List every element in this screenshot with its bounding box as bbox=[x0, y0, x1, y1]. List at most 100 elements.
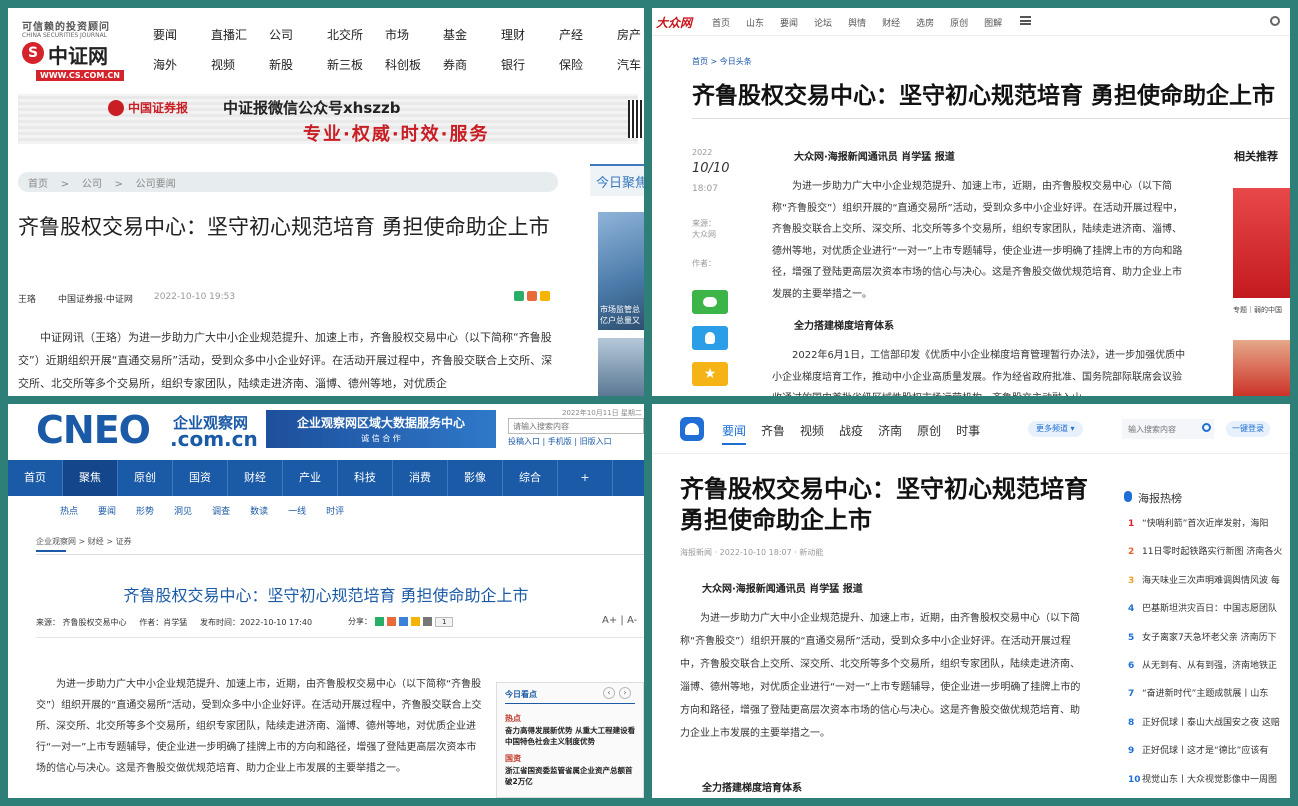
cs-logo[interactable]: CHINA SECURITIES JOURNAL S 中证网 WWW.CS.CO… bbox=[22, 32, 134, 84]
cs-nav-item[interactable]: 产经 bbox=[559, 26, 617, 43]
cneo-nav-item[interactable]: 影像 bbox=[448, 460, 503, 496]
wechat-share-icon[interactable] bbox=[514, 291, 524, 301]
cneo-nav-item[interactable]: 产业 bbox=[283, 460, 338, 496]
cneo-subnav-item[interactable]: 一线 bbox=[288, 504, 306, 517]
cs-nav-item[interactable]: 保险 bbox=[559, 56, 617, 73]
cs-nav-item[interactable]: 新三板 bbox=[327, 56, 385, 73]
cneo-subnav-item[interactable]: 时评 bbox=[326, 504, 344, 517]
hot-list-item[interactable]: 4 巴基斯坦洪灾百日：中国志愿团队 bbox=[1128, 601, 1290, 629]
weibo-share-icon[interactable] bbox=[387, 617, 396, 626]
rec-caption[interactable]: 专题｜弱的中国 bbox=[1233, 305, 1282, 315]
weibo-share-icon[interactable] bbox=[527, 291, 537, 301]
cs-nav-item[interactable]: 科创板 bbox=[385, 56, 443, 73]
submit-link[interactable]: 投稿入口 bbox=[508, 437, 540, 446]
more-channels-button[interactable]: 更多频道 ▾ bbox=[1028, 421, 1083, 437]
cneo-nav-item[interactable]: 原创 bbox=[118, 460, 173, 496]
breadcrumb-home[interactable]: 企业观察网 bbox=[36, 537, 76, 546]
hot-list-item[interactable]: 9 正好侃球丨这才是“德比”应该有 bbox=[1128, 743, 1290, 771]
hot-list-item[interactable]: 1 “快哨利箭”首次近岸发射，海阳 bbox=[1128, 516, 1290, 544]
hot-list-item[interactable]: 3 海天味业三次声明难调舆情风波 每 bbox=[1128, 573, 1290, 601]
old-version-link[interactable]: 旧版入口 bbox=[580, 437, 612, 446]
hb-logo-icon[interactable] bbox=[680, 417, 704, 441]
rec-image-2[interactable] bbox=[1233, 340, 1290, 396]
qq-share-icon[interactable] bbox=[692, 326, 728, 350]
cs-nav-item[interactable]: 要闻 bbox=[153, 26, 211, 43]
breadcrumb-finance[interactable]: 财经 bbox=[88, 537, 104, 546]
cneo-nav-item[interactable]: 消费 bbox=[393, 460, 448, 496]
cs-side-image-2[interactable] bbox=[598, 338, 644, 396]
breadcrumb-home[interactable]: 首页 bbox=[692, 57, 708, 66]
hot-list-item[interactable]: 6 从无到有、从有到强，济南地铁正 bbox=[1128, 658, 1290, 686]
font-increase-button[interactable]: A+ bbox=[602, 615, 617, 626]
cneo-subnav-item[interactable]: 热点 bbox=[60, 504, 78, 517]
cs-nav-item[interactable]: 银行 bbox=[501, 56, 559, 73]
breadcrumb-company-news[interactable]: 公司要闻 bbox=[136, 179, 176, 190]
search-icon[interactable] bbox=[1202, 423, 1211, 432]
cneo-subnav-item[interactable]: 调查 bbox=[212, 504, 230, 517]
wechat-share-icon[interactable] bbox=[375, 617, 384, 626]
hot-list-item[interactable]: 5 女子离家7天急坏老父亲 济南历下 bbox=[1128, 630, 1290, 658]
hb-nav-item[interactable]: 时事 bbox=[956, 422, 980, 445]
rec-image-1[interactable] bbox=[1233, 188, 1290, 298]
cs-nav-item[interactable]: 北交所 bbox=[327, 26, 385, 43]
hb-search-input[interactable] bbox=[1122, 419, 1214, 439]
login-button[interactable]: 一键登录 bbox=[1226, 421, 1270, 437]
dz-nav-item[interactable]: 原创 bbox=[950, 16, 968, 29]
search-icon[interactable] bbox=[1270, 16, 1280, 26]
cneo-banner[interactable]: 企业观察网区域大数据服务中心 诚 信 合 作 bbox=[266, 410, 496, 448]
cneo-subnav-item[interactable]: 洞见 bbox=[174, 504, 192, 517]
more-share-icon[interactable] bbox=[423, 617, 432, 626]
qzone-share-icon[interactable] bbox=[411, 617, 420, 626]
chevron-right-icon[interactable]: › bbox=[619, 687, 631, 699]
hot-list-item[interactable]: 7 “奋进新时代”主题成就展丨山东 bbox=[1128, 686, 1290, 714]
dz-logo[interactable]: 大众网 bbox=[656, 14, 692, 31]
cs-nav-item[interactable]: 基金 bbox=[443, 26, 501, 43]
hb-nav-item[interactable]: 原创 bbox=[917, 422, 941, 445]
cs-nav-item[interactable]: 券商 bbox=[443, 56, 501, 73]
wechat-share-icon[interactable] bbox=[692, 290, 728, 314]
cneo-nav-item[interactable]: 科技 bbox=[338, 460, 393, 496]
side-item-1[interactable]: 奋力高得发展新优势 从重大工程建设看中国特色社会主义制度优势 bbox=[505, 725, 637, 747]
breadcrumb-company[interactable]: 公司 bbox=[82, 179, 102, 190]
dz-nav-item[interactable]: 舆情 bbox=[848, 16, 866, 29]
dz-nav-item[interactable]: 图解 bbox=[984, 16, 1002, 29]
cneo-logo[interactable]: CNEO bbox=[36, 408, 151, 452]
cs-side-tab[interactable]: 今日聚焦 bbox=[590, 164, 644, 196]
dz-nav-item[interactable]: 选房 bbox=[916, 16, 934, 29]
side-item-2[interactable]: 浙江省国资委监管省属企业资产总额首破2万亿 bbox=[505, 765, 637, 787]
mobile-link[interactable]: 手机版 bbox=[548, 437, 572, 446]
cneo-subnav-item[interactable]: 数读 bbox=[250, 504, 268, 517]
cs-nav-item[interactable]: 理财 bbox=[501, 26, 559, 43]
cs-nav-item[interactable]: 海外 bbox=[153, 56, 211, 73]
cneo-nav-item[interactable]: 聚焦 bbox=[63, 460, 118, 496]
cs-banner[interactable]: 中国证券报 中证报微信公众号xhszzb 专业·权威·时效·服务 bbox=[18, 94, 644, 145]
cs-nav-item[interactable]: 视频 bbox=[211, 56, 269, 73]
cneo-nav-item[interactable]: 首页 bbox=[8, 460, 63, 496]
breadcrumb-home[interactable]: 首页 bbox=[28, 179, 48, 190]
menu-icon[interactable] bbox=[1020, 16, 1031, 25]
hot-list-item[interactable]: 2 11日零时起铁路实行新图 济南各火 bbox=[1128, 544, 1290, 572]
qzone-share-icon[interactable] bbox=[540, 291, 550, 301]
hot-list-item[interactable]: 10视觉山东丨大众视觉影像中一周图 bbox=[1128, 772, 1290, 798]
chevron-left-icon[interactable]: ‹ bbox=[603, 687, 615, 699]
cs-nav-item[interactable]: 房产 bbox=[617, 26, 644, 43]
cneo-nav-item[interactable]: + bbox=[558, 460, 613, 496]
star-share-icon[interactable]: ★ bbox=[692, 362, 728, 386]
cneo-subnav-item[interactable]: 形势 bbox=[136, 504, 154, 517]
hb-nav-item[interactable]: 视频 bbox=[800, 422, 824, 445]
hb-nav-item[interactable]: 战疫 bbox=[839, 422, 863, 445]
hb-nav-item[interactable]: 济南 bbox=[878, 422, 902, 445]
cs-nav-item[interactable]: 汽车 bbox=[617, 56, 644, 73]
dz-nav-item[interactable]: 首页 bbox=[712, 16, 730, 29]
cneo-nav-item[interactable]: 综合 bbox=[503, 460, 558, 496]
dz-nav-item[interactable]: 要闻 bbox=[780, 16, 798, 29]
cneo-nav-item[interactable]: 财经 bbox=[228, 460, 283, 496]
breadcrumb-securities[interactable]: 证券 bbox=[116, 537, 132, 546]
cs-nav-item[interactable]: 新股 bbox=[269, 56, 327, 73]
hb-nav-item[interactable]: 齐鲁 bbox=[761, 422, 785, 445]
cneo-nav-item[interactable]: 国资 bbox=[173, 460, 228, 496]
dz-nav-item[interactable]: 论坛 bbox=[814, 16, 832, 29]
breadcrumb-headline[interactable]: 今日头条 bbox=[720, 57, 752, 66]
cs-nav-item[interactable]: 公司 bbox=[269, 26, 327, 43]
dz-nav-item[interactable]: 财经 bbox=[882, 16, 900, 29]
